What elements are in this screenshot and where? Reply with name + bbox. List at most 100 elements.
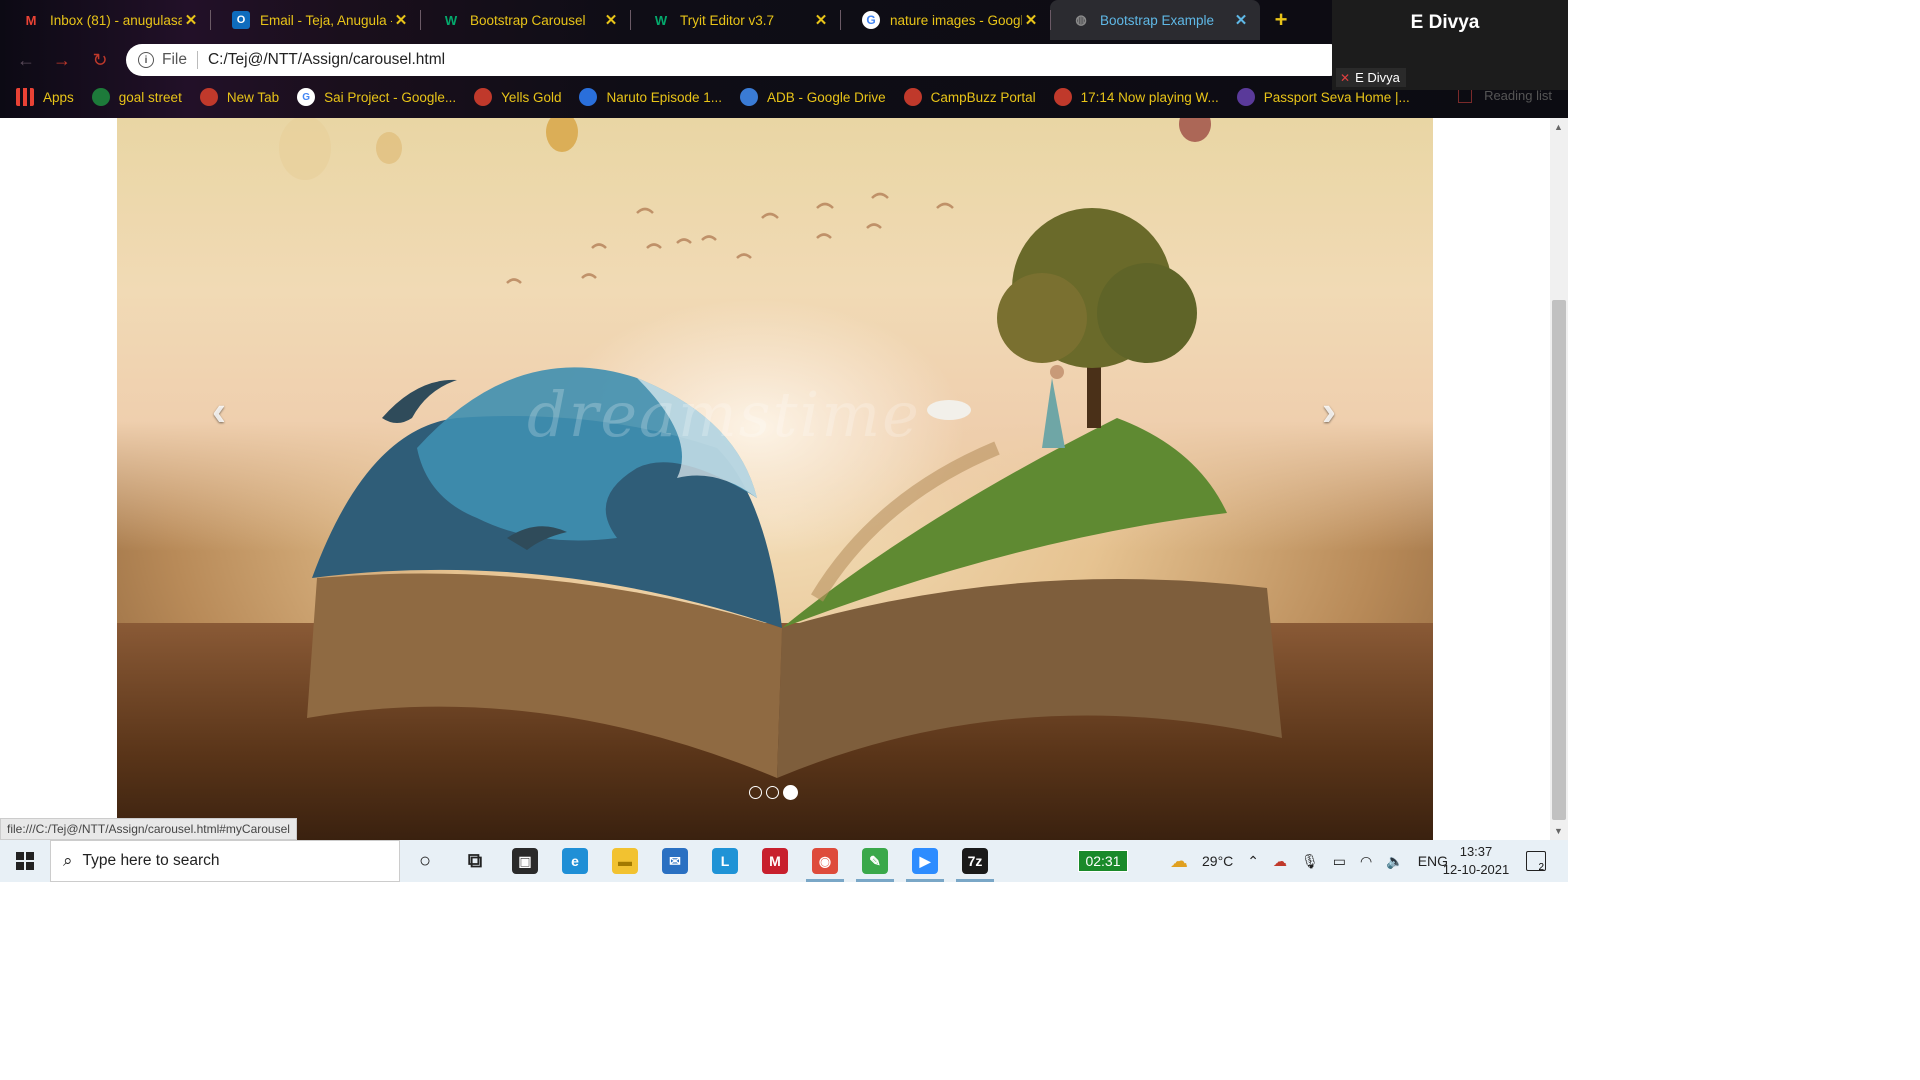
bookmark-label: Passport Seva Home |...	[1263, 89, 1410, 105]
zoom-icon: ▶	[912, 848, 938, 874]
bookmark-4[interactable]: Yells Gold	[474, 88, 561, 106]
back-arrow-icon[interactable]: ←	[14, 48, 38, 72]
bookmark-3[interactable]: G Sai Project - Google...	[297, 88, 456, 106]
bookmark-2[interactable]: New Tab	[199, 88, 279, 106]
page-scrollbar[interactable]: ▲ ▼	[1550, 118, 1568, 840]
tab-1[interactable]: O Email - Teja, Anugula - O✕	[210, 0, 420, 40]
close-tab-icon[interactable]: ✕	[1232, 11, 1250, 29]
bookmark-1[interactable]: goal street	[91, 88, 182, 106]
notepad-app-icon: ✎	[862, 848, 888, 874]
onedrive-icon[interactable]: ☁	[1273, 853, 1287, 870]
taskbar-clock[interactable]: 13:37 12-10-2021	[1436, 843, 1516, 879]
new-tab-button[interactable]: +	[1266, 0, 1296, 40]
7zip-icon: 7z	[962, 848, 988, 874]
carousel-indicator[interactable]	[783, 785, 798, 800]
carousel-indicator[interactable]	[749, 786, 762, 799]
globe-icon	[474, 88, 493, 106]
google-icon: G	[297, 88, 316, 106]
taskbar-app-4[interactable]: ▬	[600, 840, 650, 882]
tab-2[interactable]: W Bootstrap Carousel ✕	[420, 0, 630, 40]
taskbar-search[interactable]: ⌕ Type here to search	[50, 840, 400, 882]
scroll-down-arrow-icon[interactable]: ▼	[1554, 826, 1563, 836]
chrome-icon: ◉	[812, 848, 838, 874]
omnibox-divider	[196, 51, 198, 69]
microphone-icon[interactable]: 🎙	[1301, 853, 1319, 870]
notifications-icon[interactable]: 2	[1526, 851, 1546, 873]
taskbar-apps: ○ ⧉ ▣ e ▬ ✉ L M ◉ ✎ ▶ 7z	[400, 840, 1000, 882]
close-tab-icon[interactable]: ✕	[392, 11, 410, 29]
forward-arrow-icon[interactable]: →	[50, 48, 74, 72]
close-tab-icon[interactable]: ✕	[602, 11, 620, 29]
bookmark-6[interactable]: ADB - Google Drive	[740, 88, 886, 106]
taskbar-app-9[interactable]: ✎	[850, 840, 900, 882]
close-tab-icon[interactable]: ✕	[182, 11, 200, 29]
tab-5[interactable]: ◍ Bootstrap Example ✕	[1050, 0, 1260, 40]
taskbar-app-6[interactable]: L	[700, 840, 750, 882]
w3schools-icon: W	[654, 12, 668, 28]
tab-title: Bootstrap Carousel	[470, 12, 586, 28]
volume-icon[interactable]: 🔈	[1386, 853, 1403, 870]
girl-figure	[1042, 378, 1065, 448]
close-tab-icon[interactable]: ✕	[1022, 11, 1040, 29]
w3schools-icon: W	[444, 12, 458, 28]
horse-figure	[927, 400, 971, 420]
timer-badge[interactable]: 02:31	[1078, 850, 1128, 872]
bookmark-8[interactable]: 17:14 Now playing W...	[1053, 88, 1219, 106]
weather-icon[interactable]: ☁	[1170, 851, 1188, 872]
wifi-icon[interactable]: ◠	[1360, 853, 1372, 870]
bookmark-label: Sai Project - Google...	[324, 89, 457, 105]
carousel-indicator[interactable]	[766, 786, 779, 799]
battery-icon[interactable]: ▭	[1333, 853, 1346, 870]
temperature-label[interactable]: 29°C	[1202, 853, 1233, 869]
carousel-next-button[interactable]: ›	[1307, 386, 1351, 436]
url-text[interactable]: C:/Tej@/NTT/Assign/carousel.html	[208, 51, 445, 69]
scrollbar-thumb[interactable]	[1552, 300, 1566, 820]
bookmark-0[interactable]: Apps	[16, 88, 74, 106]
balloon	[1179, 118, 1211, 142]
tab-4[interactable]: Gnature images - Google ✕	[840, 0, 1050, 40]
tab-title: Bootstrap Example	[1100, 12, 1215, 28]
info-icon[interactable]: i	[138, 52, 154, 68]
tab-3[interactable]: W Tryit Editor v3.7 ✕	[630, 0, 840, 40]
taskbar-app-0[interactable]: ○	[400, 840, 450, 882]
reading-list-button[interactable]: Reading list	[1458, 88, 1552, 103]
bookmark-7[interactable]: CampBuzz Portal	[903, 88, 1036, 106]
start-button[interactable]	[0, 840, 50, 882]
bookmark-5[interactable]: Naruto Episode 1...	[579, 88, 722, 106]
show-hidden-icons-icon[interactable]: ⌃	[1247, 853, 1259, 870]
taskbar-app-8[interactable]: ◉	[800, 840, 850, 882]
dolphin	[382, 379, 457, 423]
globe-icon	[1053, 88, 1072, 106]
clock-date: 12-10-2021	[1442, 862, 1510, 877]
search-icon: ⌕	[63, 851, 73, 870]
carousel: dreamstime ‹ ›	[117, 118, 1433, 840]
taskbar-app-1[interactable]: ⧉	[450, 840, 500, 882]
reload-icon[interactable]: ↻	[88, 48, 112, 72]
chevron-left-icon: ‹	[212, 387, 226, 434]
windows-logo-icon	[16, 852, 34, 870]
bookmark-label: ADB - Google Drive	[767, 89, 886, 105]
taskbar-app-5[interactable]: ✉	[650, 840, 700, 882]
google-icon: G	[862, 11, 880, 29]
video-call-tile: E Divya ✕ E Divya	[1332, 0, 1568, 90]
scroll-up-arrow-icon[interactable]: ▲	[1554, 122, 1563, 132]
taskbar-app-11[interactable]: 7z	[950, 840, 1000, 882]
drive-icon	[740, 88, 759, 106]
taskbar-app-3[interactable]: e	[550, 840, 600, 882]
edge-icon: e	[562, 848, 588, 874]
bookmark-label: goal street	[118, 89, 182, 105]
image-watermark: dreamstime	[527, 378, 921, 451]
close-tab-icon[interactable]: ✕	[812, 11, 830, 29]
carousel-prev-button[interactable]: ‹	[197, 386, 241, 436]
file-explorer-icon: ▬	[612, 848, 638, 874]
balloon	[279, 118, 331, 180]
taskbar-app-2[interactable]: ▣	[500, 840, 550, 882]
tab-0[interactable]: M Inbox (81) - anugulasaite✕	[0, 0, 210, 40]
taskbar-app-10[interactable]: ▶	[900, 840, 950, 882]
reading-list-label: Reading list	[1484, 88, 1552, 103]
address-bar[interactable]: i File C:/Tej@/NTT/Assign/carousel.html	[126, 44, 1346, 76]
taskbar-app-7[interactable]: M	[750, 840, 800, 882]
bookmark-9[interactable]: Passport Seva Home |...	[1236, 88, 1410, 106]
book-right-pages	[777, 579, 1282, 778]
bookmark-label: CampBuzz Portal	[930, 89, 1036, 105]
